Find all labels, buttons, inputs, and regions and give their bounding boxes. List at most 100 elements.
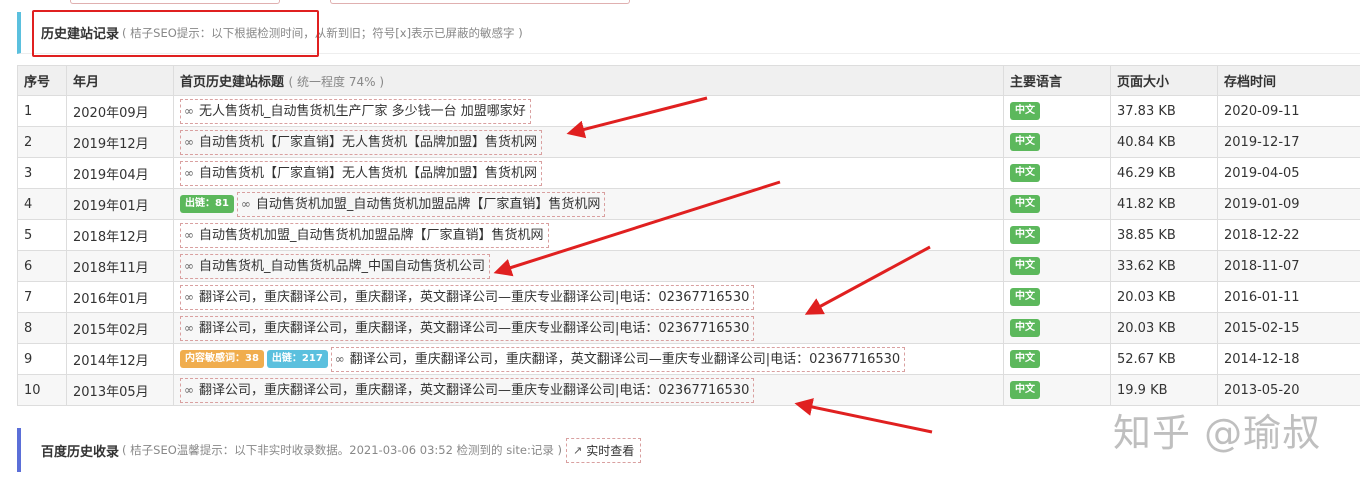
zhihu-watermark: 知乎 @瑜叔 xyxy=(1113,411,1322,455)
table-row: 4 2019年01月 出链：81 ∞ 自动售货机加盟_自动售货机加盟品牌【厂家直销】售货… xyxy=(17,188,1360,220)
cell-title: ∞ 自动售货机_自动售货机品牌_中国自动售货机公司 xyxy=(173,250,1004,282)
language-badge: 中文 xyxy=(1010,195,1040,213)
cell-title: ∞ 翻译公司，重庆翻译公司，重庆翻译，英文翻译公司—重庆专业翻译公司|电话：023… xyxy=(173,281,1004,313)
top-strip xyxy=(0,0,1360,5)
language-badge: 中文 xyxy=(1010,133,1040,151)
cell-size: 41.82 KB xyxy=(1110,188,1218,220)
cell-archive: 2020-09-11 xyxy=(1217,95,1360,127)
history-title-text: 自动售货机【厂家直销】无人售货机【品牌加盟】售货机网 xyxy=(199,165,538,181)
cell-title: ∞ 翻译公司，重庆翻译公司，重庆翻译，英文翻译公司—重庆专业翻译公司|电话：023… xyxy=(173,312,1004,344)
cell-archive: 2015-02-15 xyxy=(1217,312,1360,344)
cell-index: 7 xyxy=(17,281,67,313)
cell-archive: 2019-12-17 xyxy=(1217,126,1360,158)
header-title: 首页历史建站标题 ( 统一程度 74% ) xyxy=(173,65,1004,96)
history-title-link[interactable]: ∞ 自动售货机【厂家直销】无人售货机【品牌加盟】售货机网 xyxy=(180,160,543,186)
link-icon: ∞ xyxy=(184,227,194,242)
cell-month: 2013年05月 xyxy=(66,374,174,406)
language-badge: 中文 xyxy=(1010,164,1040,182)
cell-size: 52.67 KB xyxy=(1110,343,1218,375)
language-badge: 中文 xyxy=(1010,381,1040,399)
history-title-link[interactable]: ∞ 自动售货机加盟_自动售货机加盟品牌【厂家直销】售货机网 xyxy=(180,222,549,248)
language-badge: 中文 xyxy=(1010,257,1040,275)
history-title-link[interactable]: ∞ 自动售货机加盟_自动售货机加盟品牌【厂家直销】售货机网 xyxy=(236,191,606,217)
language-badge: 中文 xyxy=(1010,350,1040,368)
cell-title: ∞ 翻译公司，重庆翻译公司，重庆翻译，英文翻译公司—重庆专业翻译公司|电话：023… xyxy=(173,374,1004,406)
baidu-section-hint: ( 桔子SEO温馨提示：以下非实时收录数据。2021-03-06 03:52 检… xyxy=(122,443,563,457)
metric-badge: 出链：217 xyxy=(266,350,328,368)
link-icon: ∞ xyxy=(184,320,194,335)
baidu-section-title: 百度历史收录 xyxy=(41,444,120,460)
cell-size: 40.84 KB xyxy=(1110,126,1218,158)
cell-archive: 2019-01-09 xyxy=(1217,188,1360,220)
cell-size: 20.03 KB xyxy=(1110,281,1218,313)
history-table: 序号 年月 首页历史建站标题 ( 统一程度 74% ) 主要语言 页面大小 存档… xyxy=(17,65,1360,406)
cell-archive: 2014-12-18 xyxy=(1217,343,1360,375)
cell-language: 中文 xyxy=(1003,312,1111,344)
link-icon: ∞ xyxy=(184,134,194,149)
table-row: 3 2019年04月 ∞ 自动售货机【厂家直销】无人售货机【品牌加盟】售货机网 中文 46… xyxy=(17,157,1360,189)
cell-language: 中文 xyxy=(1003,188,1111,220)
header-size: 页面大小 xyxy=(1110,65,1218,96)
realtime-view-button[interactable]: ↗ 实时查看 xyxy=(566,437,642,463)
history-title-text: 自动售货机【厂家直销】无人售货机【品牌加盟】售货机网 xyxy=(199,134,538,150)
cell-index: 4 xyxy=(17,188,67,220)
link-icon: ∞ xyxy=(184,258,194,273)
table-row: 9 2014年12月 内容敏感词：38 出链：217 ∞ 翻译公司，重庆翻译公司，重庆翻译… xyxy=(17,343,1360,375)
history-section-header: 历史建站记录 ( 桔子SEO提示：以下根据检测时间，从新到旧；符号[x]表示已屏… xyxy=(17,12,1360,54)
history-title-text: 无人售货机_自动售货机生产厂家 多少钱一台 加盟哪家好 xyxy=(199,103,526,119)
cell-language: 中文 xyxy=(1003,157,1111,189)
cell-size: 20.03 KB xyxy=(1110,312,1218,344)
cell-month: 2018年11月 xyxy=(66,250,174,282)
link-icon: ∞ xyxy=(184,103,194,118)
link-icon: ∞ xyxy=(334,351,345,366)
cell-index: 10 xyxy=(17,374,67,406)
cell-month: 2015年02月 xyxy=(66,312,174,344)
history-title-text: 自动售货机_自动售货机品牌_中国自动售货机公司 xyxy=(199,258,486,274)
cell-language: 中文 xyxy=(1003,219,1111,251)
link-icon: ∞ xyxy=(240,196,251,211)
history-title-link[interactable]: ∞ 翻译公司，重庆翻译公司，重庆翻译，英文翻译公司—重庆专业翻译公司|电话：023… xyxy=(180,315,755,341)
cell-index: 6 xyxy=(17,250,67,282)
link-icon: ∞ xyxy=(184,289,194,304)
cell-language: 中文 xyxy=(1003,281,1111,313)
cell-size: 46.29 KB xyxy=(1110,157,1218,189)
table-row: 10 2013年05月 ∞ 翻译公司，重庆翻译公司，重庆翻译，英文翻译公司—重庆专业翻… xyxy=(17,374,1360,406)
header-month: 年月 xyxy=(66,65,174,96)
history-title-link[interactable]: ∞ 自动售货机_自动售货机品牌_中国自动售货机公司 xyxy=(180,253,491,279)
header-index: 序号 xyxy=(17,65,67,96)
cell-archive: 2019-04-05 xyxy=(1217,157,1360,189)
history-title-link[interactable]: ∞ 翻译公司，重庆翻译公司，重庆翻译，英文翻译公司—重庆专业翻译公司|电话：023… xyxy=(330,346,906,372)
cell-size: 33.62 KB xyxy=(1110,250,1218,282)
table-row: 7 2016年01月 ∞ 翻译公司，重庆翻译公司，重庆翻译，英文翻译公司—重庆专业翻译… xyxy=(17,281,1360,313)
history-title-link[interactable]: ∞ 翻译公司，重庆翻译公司，重庆翻译，英文翻译公司—重庆专业翻译公司|电话：023… xyxy=(180,377,755,403)
history-title-link[interactable]: ∞ 自动售货机【厂家直销】无人售货机【品牌加盟】售货机网 xyxy=(180,129,543,155)
table-row: 8 2015年02月 ∞ 翻译公司，重庆翻译公司，重庆翻译，英文翻译公司—重庆专业翻译… xyxy=(17,312,1360,344)
cell-title: ∞ 自动售货机加盟_自动售货机加盟品牌【厂家直销】售货机网 xyxy=(173,219,1004,251)
history-section-hint: ( 桔子SEO提示：以下根据检测时间，从新到旧；符号[x]表示已屏蔽的敏感字 ) xyxy=(122,25,523,40)
table-row: 2 2019年12月 ∞ 自动售货机【厂家直销】无人售货机【品牌加盟】售货机网 中文 40… xyxy=(17,126,1360,158)
cell-title: ∞ 无人售货机_自动售货机生产厂家 多少钱一台 加盟哪家好 xyxy=(173,95,1004,127)
external-link-icon: ↗ xyxy=(573,443,583,457)
cell-archive: 2018-12-22 xyxy=(1217,219,1360,251)
cell-language: 中文 xyxy=(1003,126,1111,158)
cell-index: 8 xyxy=(17,312,67,344)
language-badge: 中文 xyxy=(1010,226,1040,244)
cell-archive: 2016-01-11 xyxy=(1217,281,1360,313)
header-title-consistency: ( 统一程度 74% ) xyxy=(288,75,385,89)
history-title-link[interactable]: ∞ 无人售货机_自动售货机生产厂家 多少钱一台 加盟哪家好 xyxy=(180,98,531,124)
header-title-label: 首页历史建站标题 xyxy=(180,75,285,90)
cell-month: 2019年01月 xyxy=(66,188,174,220)
history-title-text: 自动售货机加盟_自动售货机加盟品牌【厂家直销】售货机网 xyxy=(255,196,601,212)
cell-language: 中文 xyxy=(1003,343,1111,375)
cell-language: 中文 xyxy=(1003,250,1111,282)
cell-language: 中文 xyxy=(1003,374,1111,406)
metric-badge: 内容敏感词：38 xyxy=(180,350,264,368)
table-row: 5 2018年12月 ∞ 自动售货机加盟_自动售货机加盟品牌【厂家直销】售货机网 中文 3… xyxy=(17,219,1360,251)
cell-size: 38.85 KB xyxy=(1110,219,1218,251)
history-title-link[interactable]: ∞ 翻译公司，重庆翻译公司，重庆翻译，英文翻译公司—重庆专业翻译公司|电话：023… xyxy=(180,284,755,310)
cell-month: 2018年12月 xyxy=(66,219,174,251)
metric-badge: 出链：81 xyxy=(180,195,234,213)
cell-month: 2020年09月 xyxy=(66,95,174,127)
cell-archive: 2018-11-07 xyxy=(1217,250,1360,282)
language-badge: 中文 xyxy=(1010,102,1040,120)
